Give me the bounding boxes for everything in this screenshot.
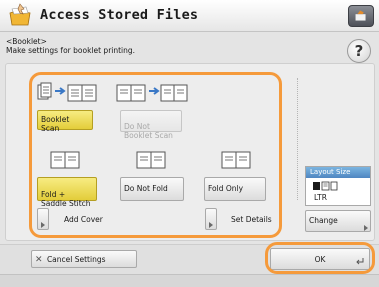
status-monitor-button[interactable] [348,5,374,27]
title-bar: Access Stored Files [0,0,379,32]
cancel-settings-label: Cancel Settings [46,255,106,264]
booklet-options-highlight [29,72,282,238]
help-button[interactable]: ? [347,39,371,63]
layout-size-value: LTR [314,193,327,202]
breadcrumb: <Booklet> [6,37,47,46]
cancel-settings-button[interactable]: ✕ Cancel Settings [31,250,137,268]
breadcrumb-block: <Booklet> Make settings for booklet prin… [6,37,135,55]
page-title: Access Stored Files [40,7,199,23]
layout-size-label: Layout Size [306,167,370,178]
ok-highlight [265,242,375,274]
instruction-text: Make settings for booklet printing. [6,46,136,55]
chevron-right-icon [364,225,368,231]
folder-pointing-hand-icon [9,3,31,26]
paper-orientation-icon [313,181,338,191]
layout-size-box: Layout Size LTR [305,166,371,206]
divider [297,78,298,200]
close-icon: ✕ [35,255,43,265]
change-label: Change [309,216,338,225]
change-button[interactable]: Change [305,210,371,232]
status-monitor-icon [355,10,366,21]
status-strip [0,274,379,287]
